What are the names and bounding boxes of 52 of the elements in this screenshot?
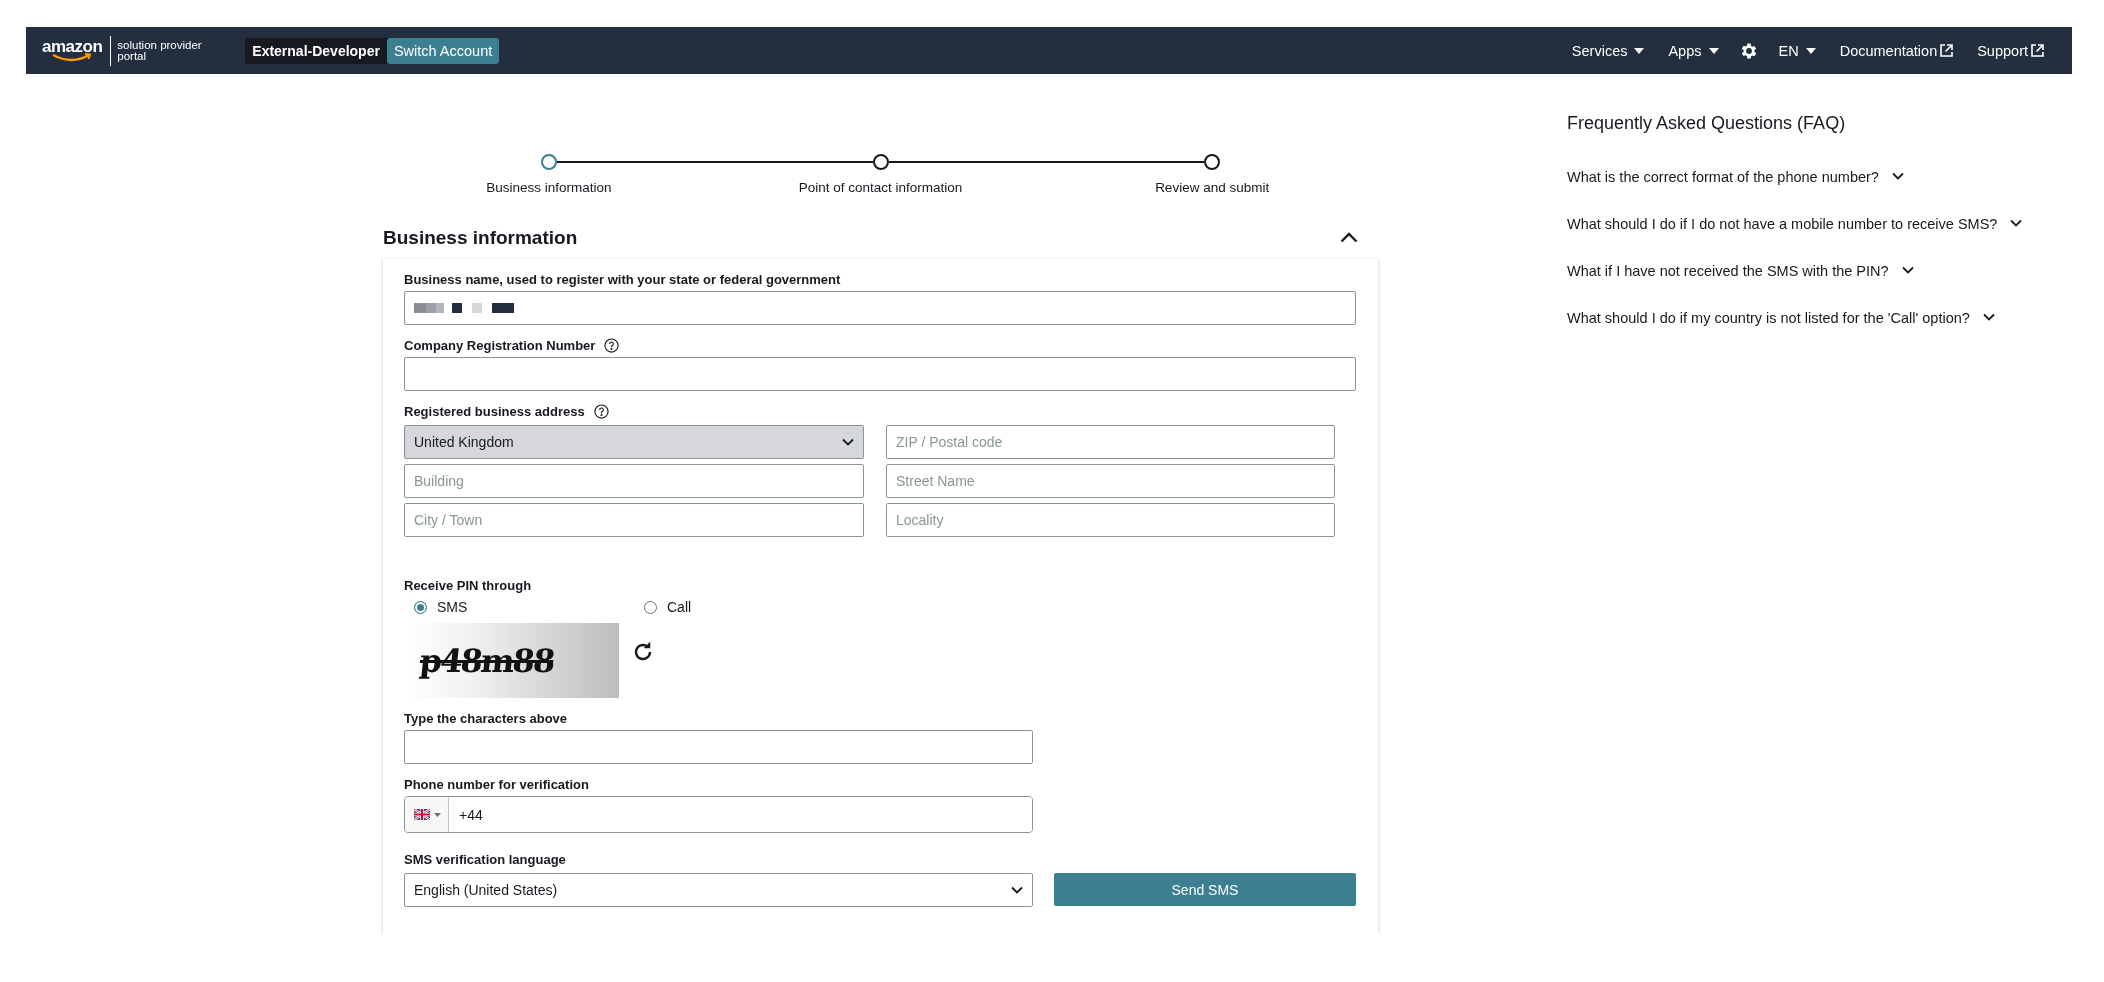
chevron-down-icon: [1011, 886, 1023, 894]
step-link[interactable]: Review and submit: [1155, 180, 1270, 195]
radio-option[interactable]: Call: [644, 599, 874, 615]
address-field[interactable]: City / Town: [404, 503, 864, 537]
flag-icon: [414, 809, 430, 820]
faq-question[interactable]: What is the correct format of the phone number?: [1567, 153, 2023, 200]
nav-link[interactable]: Documentation: [1839, 42, 1954, 59]
field-label: Receive PIN through: [404, 577, 532, 593]
phone-number-field[interactable]: +44: [404, 796, 1033, 833]
field-label: Registered business address: [404, 403, 585, 419]
caret-icon: [1708, 47, 1719, 54]
captcha-input-field[interactable]: [404, 730, 1033, 764]
address-field[interactable]: Locality: [886, 503, 1335, 537]
step-link[interactable]: Point of contact information: [798, 180, 963, 195]
caret-icon: [1634, 47, 1645, 54]
switch-account-button[interactable]: Switch Account: [386, 37, 500, 64]
registration-number-field[interactable]: [404, 357, 1356, 391]
section-title: Business information: [383, 227, 578, 249]
nav-dropdown[interactable]: EN: [1778, 42, 1816, 59]
caret-icon: [434, 812, 441, 817]
smile-arrow-icon: [51, 53, 94, 62]
field-label: SMS verification language: [404, 851, 566, 867]
country-code-dropdown[interactable]: [405, 797, 449, 832]
address-field[interactable]: Street Name: [886, 464, 1335, 498]
field-label: Business name, used to register with your state or federal government: [404, 271, 841, 287]
external-link-icon: [1940, 44, 1954, 57]
business-name-field[interactable]: [404, 291, 1356, 325]
step-link[interactable]: Business information: [486, 180, 612, 195]
nav-link[interactable]: Support: [1977, 42, 2044, 59]
field-label: Company Registration Number: [404, 337, 596, 353]
chevron-down-icon: [842, 438, 854, 446]
language-select[interactable]: English (United States): [404, 873, 1033, 907]
caret-icon: [1805, 47, 1816, 54]
field-label: Phone number for verification: [404, 776, 589, 792]
radio-button[interactable]: [644, 600, 657, 614]
logo-subtitle: solution provider portal: [117, 39, 203, 62]
faq-question[interactable]: What should I do if I do not have a mobile number to receive SMS?: [1567, 200, 2023, 247]
field-label: Type the characters above: [404, 710, 568, 726]
faq-question[interactable]: What if I have not received the SMS with the PIN?: [1567, 247, 2023, 294]
radio-button[interactable]: [414, 600, 427, 614]
country-select[interactable]: United Kingdom: [404, 425, 864, 459]
faq-title: Frequently Asked Questions (FAQ): [1567, 113, 1847, 134]
send-sms-button[interactable]: Send SMS: [1054, 873, 1356, 906]
nav-dropdown[interactable]: Apps: [1668, 42, 1719, 59]
address-field[interactable]: ZIP / Postal code: [886, 425, 1335, 459]
radio-option[interactable]: SMS: [414, 599, 644, 615]
address-field[interactable]: Building: [404, 464, 864, 498]
nav-dropdown[interactable]: Services: [1571, 42, 1645, 59]
account-name: External-Developer: [251, 41, 381, 61]
external-link-icon: [2031, 44, 2044, 57]
faq-question[interactable]: What should I do if my country is not listed for the 'Call' option?: [1567, 294, 2023, 341]
logo-wordmark: amazon: [42, 39, 103, 54]
